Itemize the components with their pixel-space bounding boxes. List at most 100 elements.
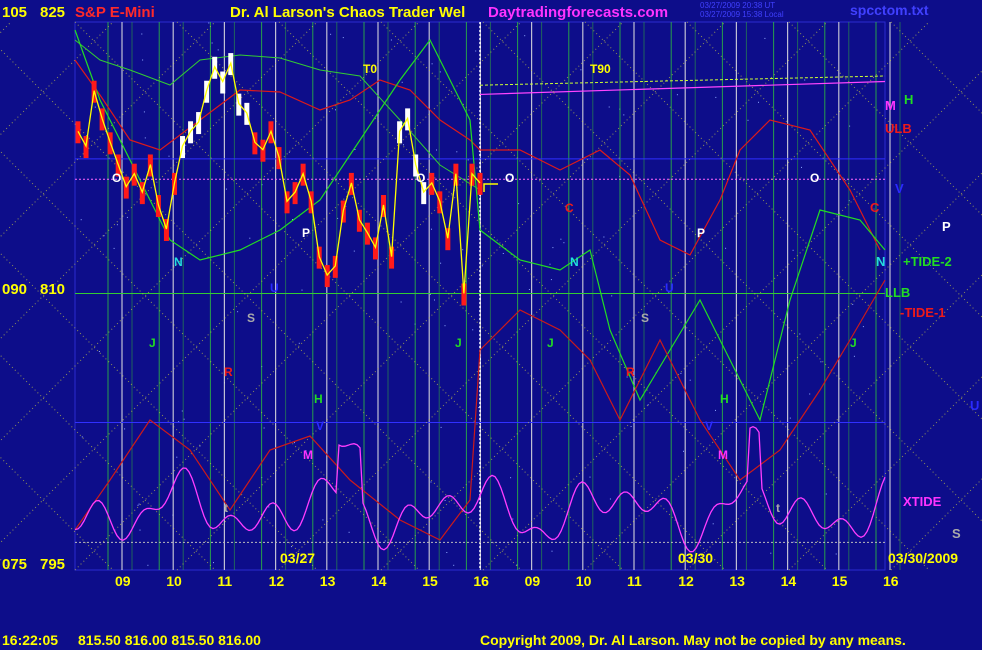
star <box>208 22 210 24</box>
star <box>623 114 625 116</box>
label-S: S <box>952 526 961 541</box>
chart-background <box>0 0 982 650</box>
star <box>439 71 441 73</box>
site-link[interactable]: Daytradingforecasts.com <box>488 4 668 21</box>
star <box>213 562 214 564</box>
star <box>446 552 448 553</box>
label-P: P <box>942 219 951 234</box>
t90-label: T90 <box>590 62 611 76</box>
star <box>481 265 483 267</box>
chart-letter-V: V <box>705 419 713 433</box>
star <box>444 325 446 327</box>
star <box>94 106 96 108</box>
star <box>528 289 530 290</box>
hour-tick-label: 15 <box>422 573 438 589</box>
star <box>431 63 433 65</box>
star <box>792 249 794 251</box>
hour-tick-label: 11 <box>627 573 642 589</box>
star <box>512 518 514 520</box>
chart-letter-P: P <box>697 226 705 240</box>
chart-letter-O: O <box>505 171 514 185</box>
star <box>580 69 582 71</box>
star <box>401 81 403 83</box>
star <box>549 263 551 265</box>
info-line-2: 03/27/2009 15:38 Local <box>700 10 784 19</box>
star <box>268 506 270 508</box>
label-N: N <box>876 254 885 269</box>
chaos-trader-chart: O O O ON NP PU US SJ J J JR RH HV VM Mt tC 105 825 S&P … <box>0 0 982 650</box>
chart-letter-t: t <box>776 501 780 515</box>
star <box>143 111 145 113</box>
chart-letter-V: V <box>316 419 324 433</box>
star <box>551 550 553 552</box>
star <box>403 144 404 146</box>
star <box>725 247 727 249</box>
star <box>789 417 791 419</box>
star <box>440 262 442 264</box>
star <box>113 247 115 249</box>
chart-letter-N: N <box>570 255 579 269</box>
hour-tick-label: 14 <box>781 573 797 589</box>
star <box>298 342 300 344</box>
hour-tick-label: 11 <box>217 573 232 589</box>
star <box>758 101 759 103</box>
chart-letter-R: R <box>626 365 635 379</box>
star <box>550 279 552 281</box>
star <box>809 393 811 395</box>
star <box>400 301 402 303</box>
star <box>589 476 591 478</box>
t0-label: T0 <box>363 62 377 76</box>
star <box>478 407 480 409</box>
hour-tick-label: 10 <box>166 573 182 589</box>
star <box>552 247 554 249</box>
star <box>444 500 446 501</box>
star <box>467 159 469 161</box>
star <box>475 50 477 52</box>
star <box>139 529 141 531</box>
star <box>804 79 806 81</box>
star <box>647 404 649 406</box>
chart-letter-P: P <box>302 226 310 240</box>
star <box>563 242 565 244</box>
label-H: H <box>904 92 913 107</box>
price-top: 825 <box>40 4 65 21</box>
hour-tick-label: 16 <box>473 573 489 589</box>
star <box>431 228 432 230</box>
star <box>770 552 772 554</box>
star <box>183 418 185 420</box>
star <box>353 250 355 252</box>
info-line-1: 03/27/2009 20:38 UT <box>700 1 775 10</box>
star <box>81 436 83 438</box>
label-LLB: LLB <box>885 285 910 300</box>
star <box>217 49 219 51</box>
star <box>835 553 837 555</box>
star <box>116 224 118 226</box>
star <box>176 456 178 458</box>
symbol-title: S&P E-Mini <box>75 4 155 21</box>
star <box>502 253 504 254</box>
hour-tick-label: 13 <box>729 573 745 589</box>
star <box>472 329 474 331</box>
star <box>301 289 303 291</box>
chart-letter-U: U <box>665 281 674 295</box>
label-V: V <box>895 181 904 196</box>
star <box>168 155 170 157</box>
chart-letter-U: U <box>270 281 279 295</box>
footer-time: 16:22:05 <box>2 632 58 648</box>
chart-letter-O: O <box>810 171 819 185</box>
price-bottom: 795 <box>40 556 65 573</box>
star <box>185 144 187 146</box>
label-M: M <box>885 98 896 113</box>
star <box>524 35 526 37</box>
star <box>680 372 682 374</box>
star <box>712 523 714 525</box>
filename: spcctom.txt <box>850 2 929 18</box>
left-scale-bottom: 075 <box>2 556 27 573</box>
date-label-2: 03/30 <box>678 550 713 566</box>
hour-tick-label: 09 <box>115 573 131 589</box>
star <box>453 564 455 566</box>
star <box>603 236 605 238</box>
star <box>138 503 140 505</box>
star <box>510 477 512 479</box>
hour-tick-label: 09 <box>525 573 541 589</box>
